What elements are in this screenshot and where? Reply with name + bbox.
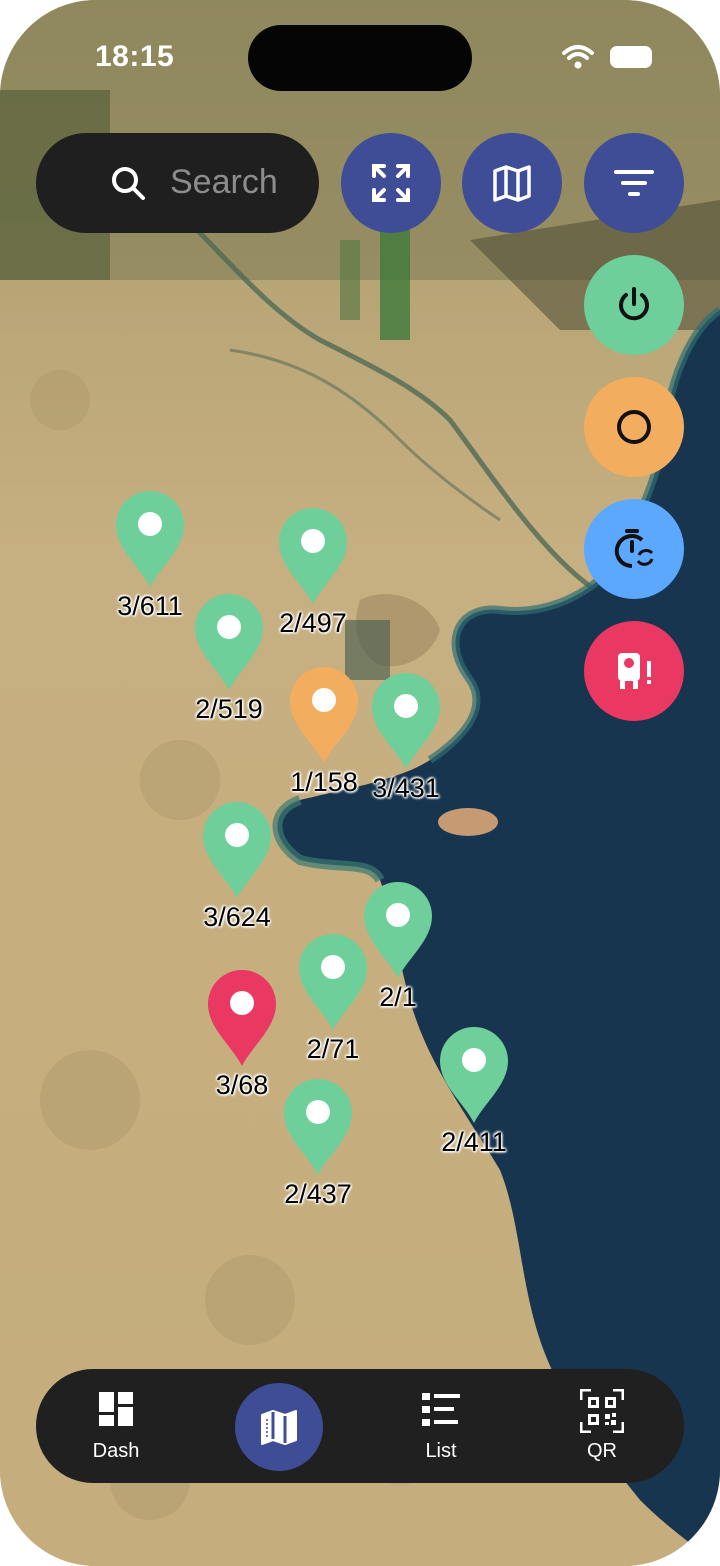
map-marker[interactable] <box>201 800 273 900</box>
map-pin-icon <box>279 508 347 604</box>
bottom-tab-bar: Dash List QR <box>36 1369 684 1483</box>
tab-qr[interactable]: QR <box>542 1369 662 1483</box>
map-marker[interactable] <box>362 880 434 980</box>
map-pin-icon <box>203 802 271 898</box>
map-marker[interactable] <box>193 592 265 692</box>
map-marker-label: 2/71 <box>306 1034 360 1064</box>
idle-filter-button[interactable] <box>584 377 684 477</box>
timer-sync-icon <box>614 529 654 569</box>
map-icon <box>493 165 531 202</box>
search-icon <box>112 167 145 200</box>
wifi-icon <box>562 45 594 69</box>
map-marker-label: 1/158 <box>290 767 358 797</box>
map-pin-icon <box>299 934 367 1030</box>
map-pin-icon <box>284 1079 352 1175</box>
map-marker[interactable] <box>288 665 360 765</box>
tab-dash-label: Dash <box>92 1440 140 1462</box>
map-pin-icon <box>116 491 184 587</box>
filter-button[interactable] <box>584 133 684 233</box>
map-marker-label: 3/611 <box>117 591 183 621</box>
map-pin-icon <box>208 970 276 1066</box>
map-marker[interactable] <box>438 1025 510 1125</box>
alert-filter-button[interactable] <box>584 621 684 721</box>
map-marker[interactable] <box>206 968 278 1068</box>
fullscreen-button[interactable] <box>341 133 441 233</box>
map-pin-icon <box>195 594 263 690</box>
online-filter-button[interactable] <box>584 255 684 355</box>
tab-map[interactable] <box>235 1383 323 1471</box>
power-icon <box>619 287 649 321</box>
map-marker-label: 2/497 <box>279 608 347 638</box>
map-pin-icon <box>372 673 440 769</box>
fullscreen-icon <box>372 164 410 202</box>
battery-icon <box>610 46 652 68</box>
map-marker-label: 2/519 <box>195 694 263 724</box>
map-marker-label: 2/437 <box>284 1179 352 1209</box>
map-pin-icon <box>440 1027 508 1123</box>
satellite-map[interactable] <box>0 0 720 1566</box>
tab-list-label: List <box>425 1440 457 1462</box>
map-marker-label: 3/431 <box>372 773 440 803</box>
delayed-filter-button[interactable] <box>584 499 684 599</box>
list-icon <box>422 1393 460 1426</box>
map-marker[interactable] <box>297 932 369 1032</box>
dynamic-island <box>248 25 472 91</box>
map-layers-button[interactable] <box>462 133 562 233</box>
map-pin-icon <box>290 667 358 763</box>
tab-list[interactable]: List <box>381 1369 501 1483</box>
circle-outline-icon <box>617 410 651 444</box>
device-alert-icon <box>618 653 651 689</box>
phone-screen: 18:15 Search 3/611 2/497 2/519 1/158 3/4… <box>0 0 720 1566</box>
tab-dash[interactable]: Dash <box>56 1369 176 1483</box>
status-time: 18:15 <box>95 40 175 73</box>
map-marker-label: 2/1 <box>379 982 417 1012</box>
map-marker-label: 3/624 <box>203 902 271 932</box>
filter-icon <box>614 170 654 196</box>
search-placeholder: Search <box>170 163 278 201</box>
map-marker-label: 3/68 <box>215 1070 269 1100</box>
map-marker[interactable] <box>282 1077 354 1177</box>
tab-qr-label: QR <box>587 1440 617 1462</box>
dashboard-icon <box>99 1392 133 1426</box>
map-icon <box>261 1410 297 1445</box>
map-pin-icon <box>364 882 432 978</box>
qr-code-icon <box>580 1389 624 1433</box>
map-marker[interactable] <box>114 489 186 589</box>
map-marker-label: 2/411 <box>441 1127 507 1157</box>
search-input[interactable]: Search <box>36 133 319 233</box>
map-marker[interactable] <box>370 671 442 771</box>
map-marker[interactable] <box>277 506 349 606</box>
